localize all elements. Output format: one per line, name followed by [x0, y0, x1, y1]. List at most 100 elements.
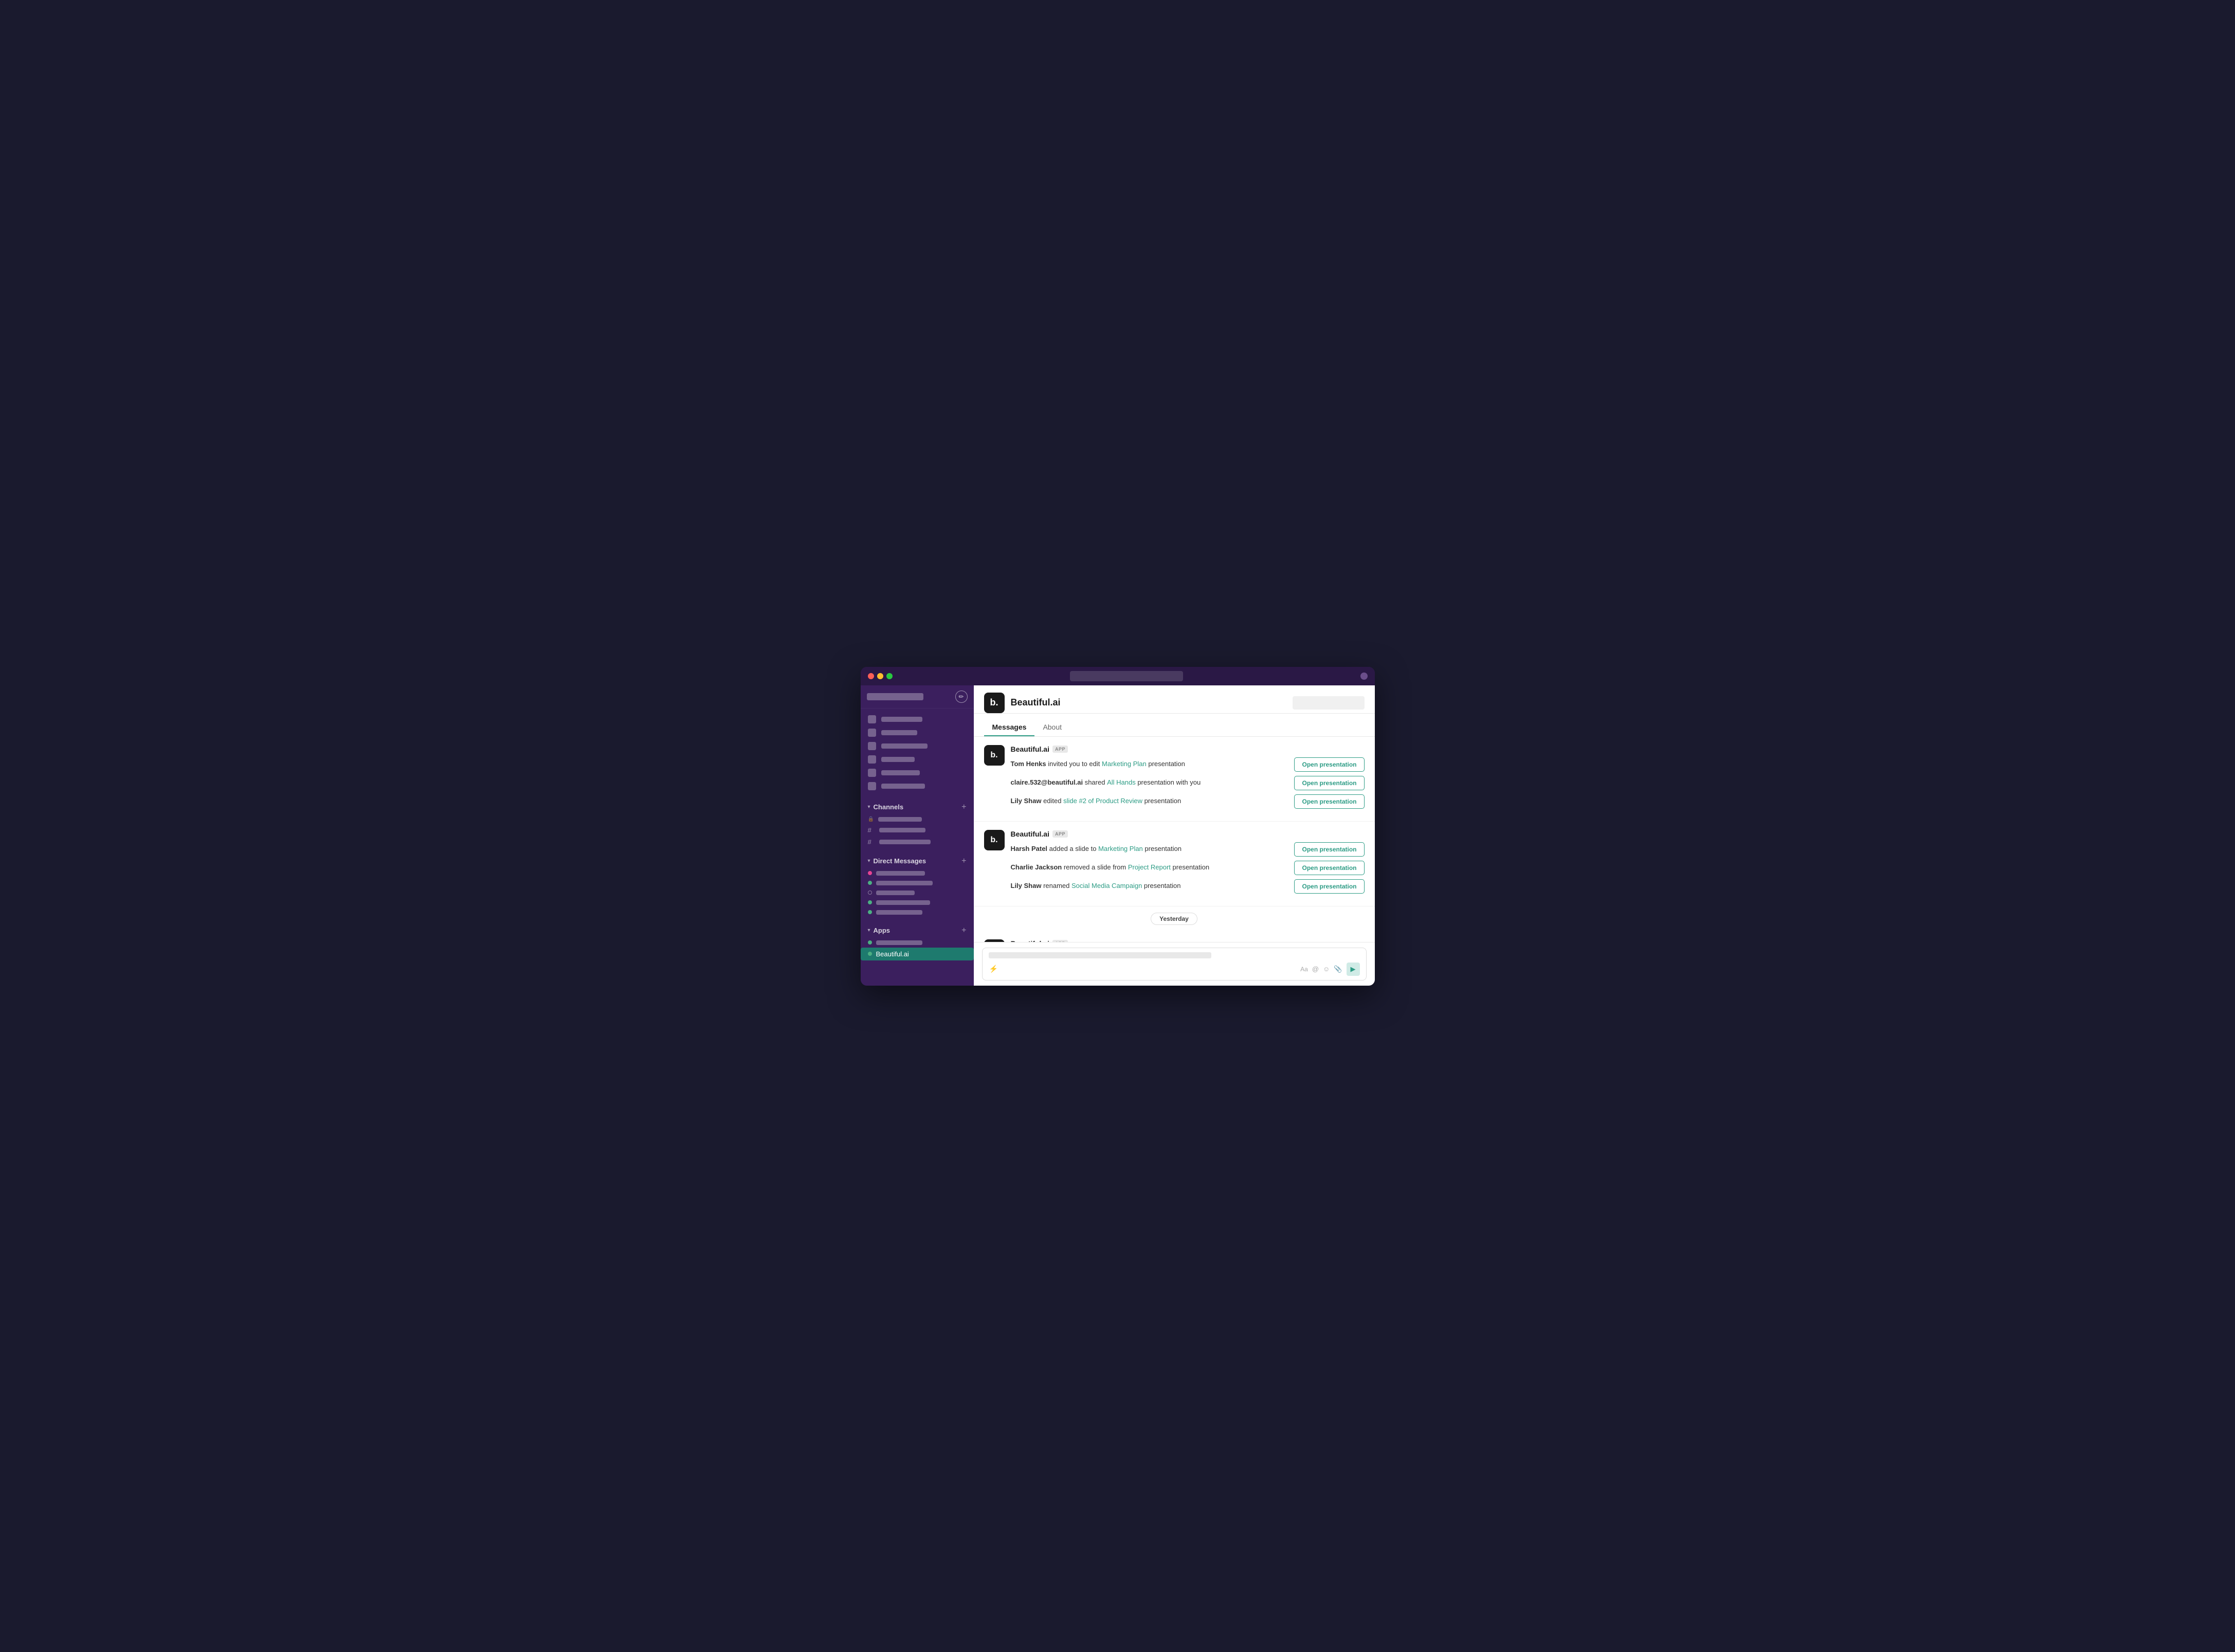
dm-name-5: [876, 910, 922, 915]
app-beautiful-label: Beautiful.ai: [876, 950, 909, 958]
app-identity: b. Beautiful.ai: [984, 693, 1061, 713]
msg-text-2-2: Charlie Jackson removed a slide from Pro…: [1011, 863, 1210, 872]
input-tool-left: ⚡: [989, 964, 999, 974]
dm-item-5[interactable]: [861, 907, 974, 917]
tab-messages[interactable]: Messages: [984, 719, 1035, 736]
lightning-icon[interactable]: ⚡: [989, 964, 999, 974]
channels-section: ▾ Channels + 🔒 # #: [861, 797, 974, 851]
channels-header[interactable]: ▾ Channels +: [861, 800, 974, 814]
msg-sender-row-1: Beautiful.ai APP: [1011, 745, 1365, 753]
input-toolbar: ⚡ Aa @ ☺ 📎 ▶: [989, 963, 1360, 976]
msg-body-1: Beautiful.ai APP Tom Henks invited you t…: [1011, 745, 1365, 813]
sidebar-channel-3[interactable]: #: [861, 836, 974, 848]
apps-title-row: ▾ Apps: [868, 927, 891, 934]
msg-link-1-2[interactable]: All Hands: [1107, 778, 1136, 786]
msg-link-2-1[interactable]: Marketing Plan: [1098, 845, 1143, 852]
sidebar: ✏: [861, 685, 974, 986]
main-header: b. Beautiful.ai: [974, 685, 1375, 714]
home-label: [881, 717, 922, 722]
msg-link-1-1[interactable]: Marketing Plan: [1102, 760, 1147, 768]
msg-link-2-2[interactable]: Project Report: [1128, 863, 1171, 871]
compose-icon[interactable]: ✏: [955, 691, 968, 703]
workspace-name[interactable]: [867, 693, 923, 700]
sidebar-item-home[interactable]: [861, 713, 974, 726]
open-presentation-btn-1-3[interactable]: Open presentation: [1294, 794, 1364, 809]
app-body: ✏: [861, 685, 1375, 986]
msg-avatar-letter-1: b.: [990, 751, 997, 760]
sidebar-item-layers[interactable]: [861, 779, 974, 793]
apps-nav-label: [881, 770, 920, 775]
status-dot-4: [868, 900, 872, 904]
status-hollow-3: [868, 891, 872, 895]
sidebar-channel-lock[interactable]: 🔒: [861, 814, 974, 824]
msg-text-2-1: Harsh Patel added a slide to Marketing P…: [1011, 844, 1182, 854]
open-presentation-btn-2-1[interactable]: Open presentation: [1294, 842, 1364, 857]
at-icon: [868, 729, 876, 737]
add-app-icon[interactable]: +: [961, 926, 966, 935]
dm-section: ▾ Direct Messages +: [861, 851, 974, 920]
app-badge-2: APP: [1052, 830, 1068, 838]
msg-avatar-2: b.: [984, 830, 1005, 850]
msg-line-1-1: Tom Henks invited you to edit Marketing …: [1011, 757, 1365, 772]
layers-icon: [868, 782, 876, 790]
emoji-icon[interactable]: ☺: [1323, 965, 1330, 973]
msg-text-1-2: claire.532@beautiful.ai shared All Hands…: [1011, 778, 1201, 787]
home-icon: [868, 715, 876, 723]
msg-line-2-1: Harsh Patel added a slide to Marketing P…: [1011, 842, 1365, 857]
header-search-bar[interactable]: [1293, 696, 1365, 710]
lock-icon: 🔒: [868, 816, 874, 822]
sidebar-item-apps-nav[interactable]: [861, 766, 974, 779]
msg-author-1-2: claire.532@beautiful.ai: [1011, 778, 1083, 786]
message-input[interactable]: [989, 952, 1211, 958]
mention-icon[interactable]: @: [1312, 965, 1319, 973]
main-panel: b. Beautiful.ai Messages About: [974, 685, 1375, 986]
dm-item-4[interactable]: [861, 898, 974, 907]
minimize-button[interactable]: [877, 673, 883, 679]
send-button[interactable]: ▶: [1347, 963, 1360, 976]
input-box: ⚡ Aa @ ☺ 📎 ▶: [982, 948, 1367, 981]
dm-item-3[interactable]: [861, 888, 974, 898]
yesterday-badge: Yesterday: [1151, 913, 1197, 925]
msg-author-1-3: Lily Shaw: [1011, 797, 1042, 805]
msg-sender-name-2: Beautiful.ai: [1011, 830, 1049, 838]
dm-item-1[interactable]: [861, 868, 974, 878]
yesterday-divider: Yesterday: [974, 906, 1375, 931]
add-channel-icon[interactable]: +: [961, 803, 966, 812]
sidebar-item-saved[interactable]: [861, 753, 974, 766]
sidebar-nav: [861, 709, 974, 797]
sidebar-item-bookmarks[interactable]: [861, 739, 974, 753]
dm-header[interactable]: ▾ Direct Messages +: [861, 854, 974, 868]
titlebar-search-bar[interactable]: [1070, 671, 1183, 681]
dm-item-2[interactable]: [861, 878, 974, 888]
sidebar-channel-2[interactable]: #: [861, 824, 974, 836]
apps-chevron-icon: ▾: [868, 928, 870, 933]
channel-name-1: [878, 817, 922, 822]
msg-link-2-3[interactable]: Social Media Campaign: [1071, 882, 1142, 889]
app-window: ✏: [861, 667, 1375, 986]
msg-line-2-3: Lily Shaw renamed Social Media Campaign …: [1011, 879, 1365, 894]
close-button[interactable]: [868, 673, 874, 679]
font-icon[interactable]: Aa: [1300, 966, 1308, 973]
msg-avatar-1: b.: [984, 745, 1005, 766]
saved-icon: [868, 755, 876, 764]
apps-item-1[interactable]: [861, 938, 974, 948]
open-presentation-btn-2-3[interactable]: Open presentation: [1294, 879, 1364, 894]
add-dm-icon[interactable]: +: [961, 857, 966, 866]
msg-line-1-2: claire.532@beautiful.ai shared All Hands…: [1011, 776, 1365, 790]
msg-avatar-letter-2: b.: [990, 836, 997, 845]
open-presentation-btn-1-1[interactable]: Open presentation: [1294, 757, 1364, 772]
input-tools-right: Aa @ ☺ 📎 ▶: [1300, 963, 1359, 976]
maximize-button[interactable]: [886, 673, 893, 679]
open-presentation-btn-1-2[interactable]: Open presentation: [1294, 776, 1364, 790]
open-presentation-btn-2-2[interactable]: Open presentation: [1294, 861, 1364, 875]
sidebar-top: ✏: [861, 685, 974, 709]
attachment-icon[interactable]: 📎: [1334, 965, 1342, 973]
mentions-label: [881, 730, 917, 735]
sidebar-item-mentions[interactable]: [861, 726, 974, 739]
apps-header[interactable]: ▾ Apps +: [861, 923, 974, 938]
tabs-container: Messages About: [974, 714, 1375, 737]
msg-link-1-3[interactable]: slide #2 of Product Review: [1063, 797, 1142, 805]
apps-item-beautiful-ai[interactable]: Beautiful.ai: [861, 948, 974, 960]
status-dot-2: [868, 881, 872, 885]
tab-about[interactable]: About: [1034, 719, 1070, 736]
